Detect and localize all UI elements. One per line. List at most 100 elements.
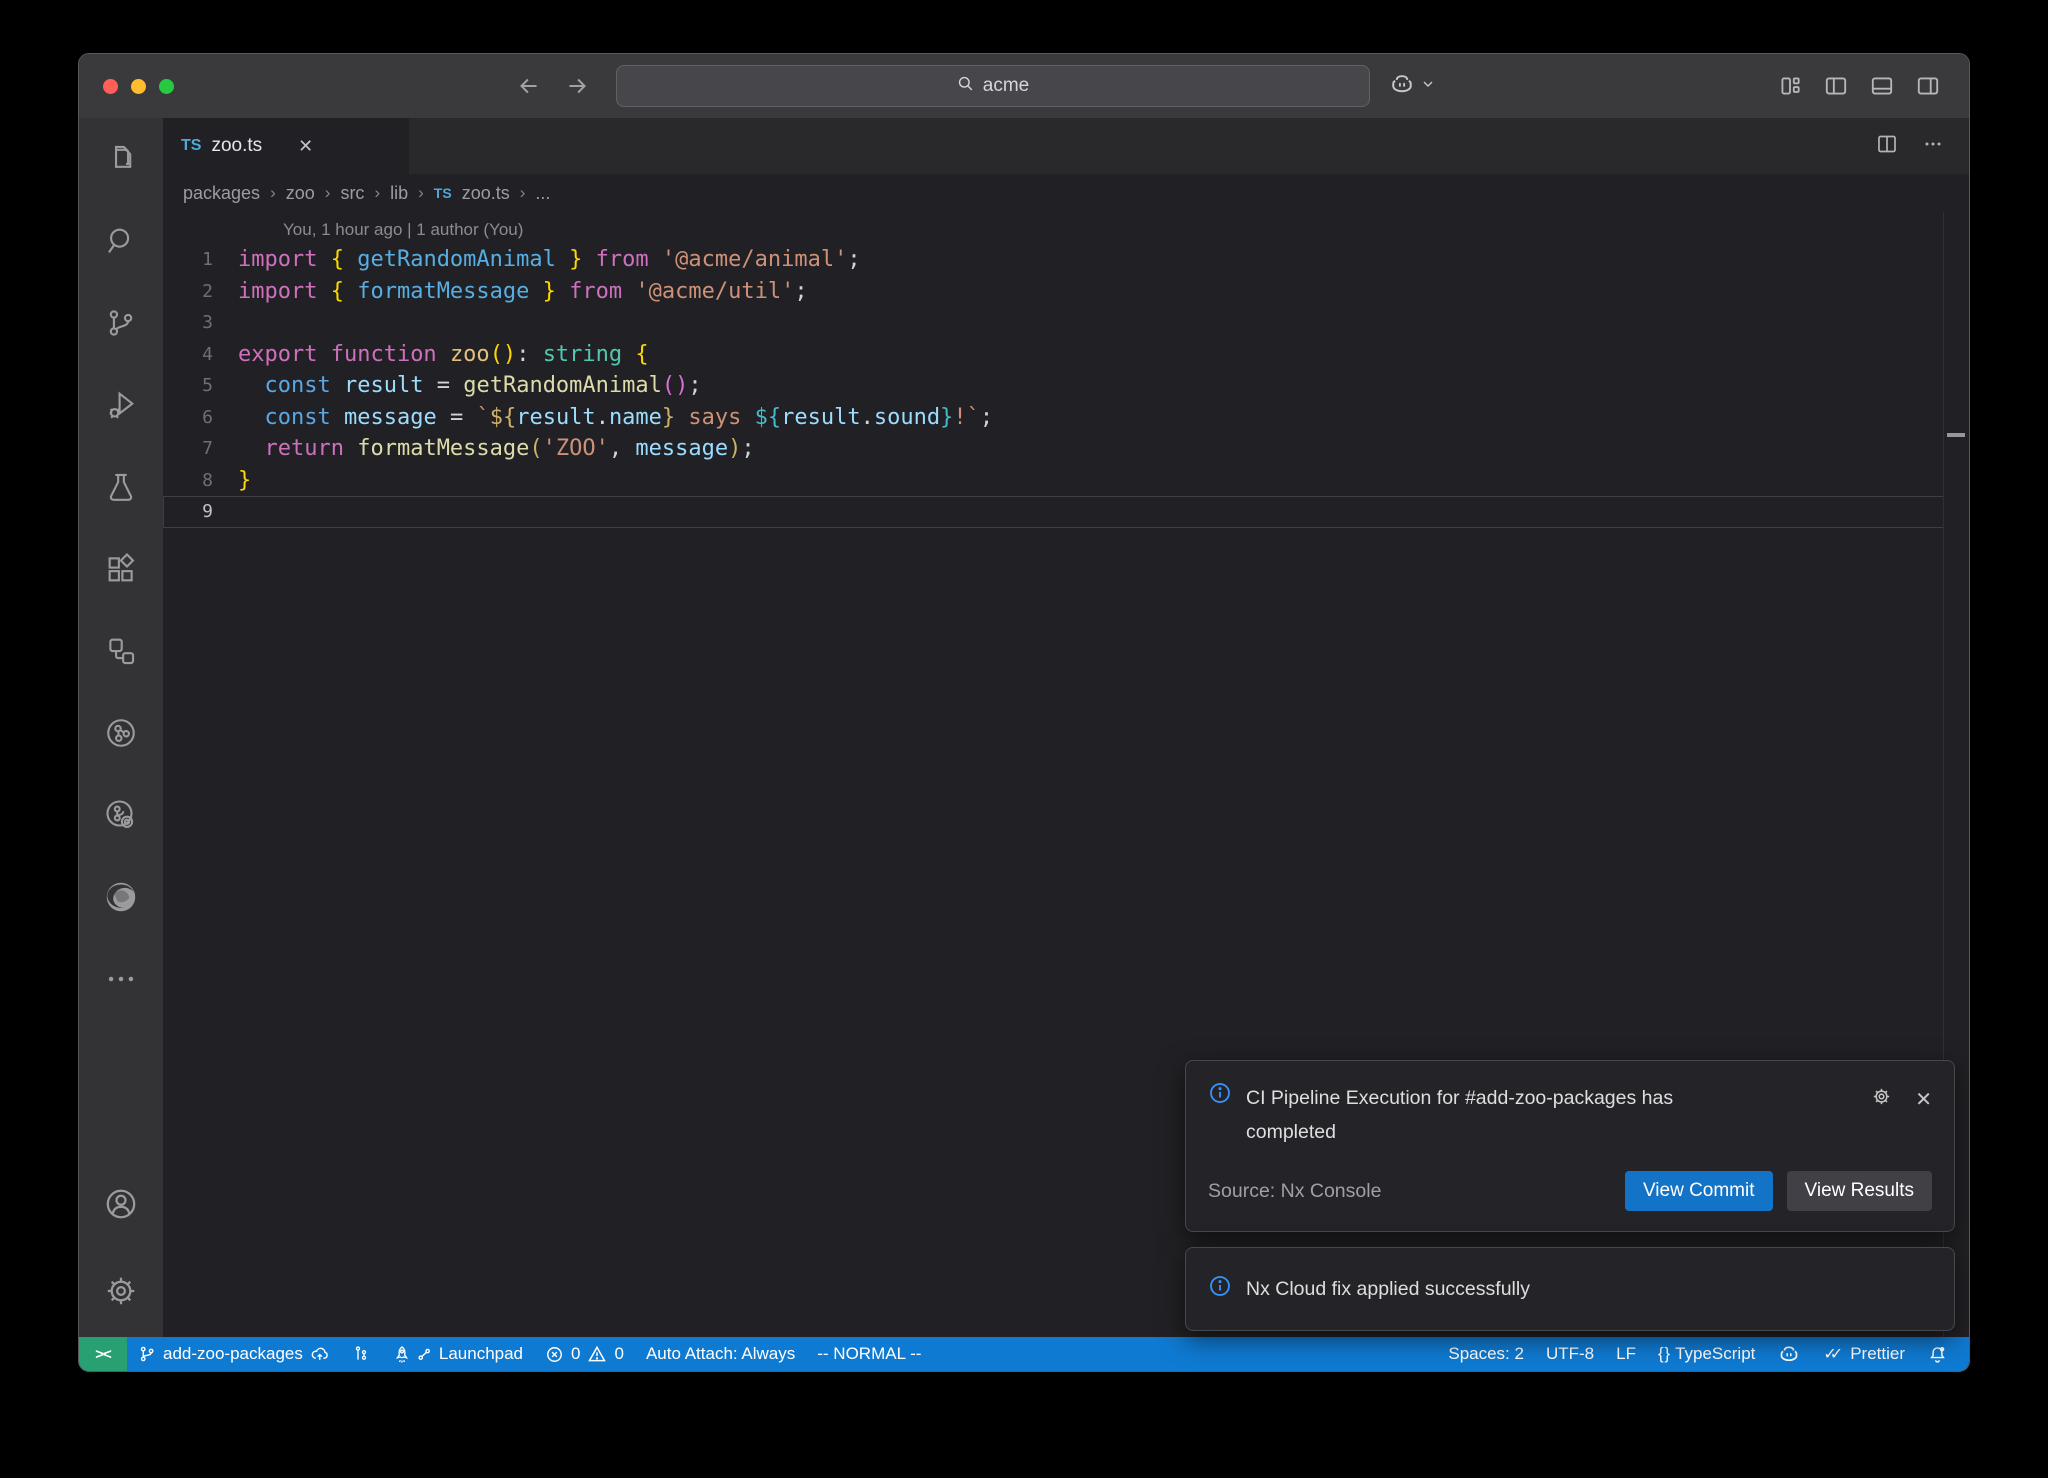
panel-right-icon[interactable] [1915,73,1941,99]
view-results-button[interactable]: View Results [1787,1171,1932,1211]
command-center-value: acme [983,75,1029,97]
mini-branch-icon [417,1347,432,1362]
testing-icon[interactable] [79,446,163,528]
notification-close-icon[interactable]: ✕ [1915,1087,1932,1112]
git-blame-annotation: You, 1 hour ago | 1 author (You) [163,216,1944,244]
settings-gear-icon[interactable] [79,1245,163,1337]
code-text: const result = getRandomAnimal(); [238,370,702,402]
command-center[interactable]: acme [616,65,1370,107]
code-text: return formatMessage('ZOO', message); [238,433,755,465]
source-control-icon[interactable] [79,282,163,364]
breadcrumb: packages›zoo›src›lib›TSzoo.ts›... [163,174,1969,212]
launchpad-status-item[interactable]: Launchpad [381,1337,534,1371]
titlebar: acme [79,54,1969,118]
split-editor-icon[interactable] [1875,132,1899,161]
explorer-icon[interactable] [79,118,163,200]
close-window-button[interactable] [103,79,118,94]
copilot-menu[interactable] [1388,70,1436,103]
more-icon[interactable] [79,938,163,1020]
view-commit-button[interactable]: View Commit [1625,1171,1773,1211]
breadcrumb-item-packages[interactable]: packages [183,183,260,204]
typescript-file-icon: TS [181,137,201,155]
code-text: const message = `${result.name} says ${r… [238,402,993,434]
back-arrow-icon[interactable] [516,73,542,99]
problems-status-item[interactable]: 0 0 [534,1337,635,1371]
code-text: import { getRandomAnimal } from '@acme/a… [238,244,861,276]
encoding-status-item[interactable]: UTF-8 [1535,1337,1605,1371]
breadcrumb-separator: › [374,183,380,203]
line-number: 7 [163,433,213,465]
breadcrumb-item-lib[interactable]: lib [390,183,408,204]
code-line-8[interactable]: 8} [163,465,1944,497]
close-tab-icon[interactable]: ✕ [298,136,313,157]
code-line-9[interactable]: 9 [163,496,1944,528]
edge-devtools-icon[interactable] [79,856,163,938]
code-text: export function zoo(): string { [238,339,649,371]
notifications-bell-item[interactable] [1916,1337,1959,1371]
status-bar: >< add-zoo-packages [79,1337,1969,1371]
extensions-icon[interactable] [79,528,163,610]
customize-layout-icon[interactable] [1777,73,1803,99]
notification-message: CI Pipeline Execution for #add-zoo-packa… [1246,1081,1726,1149]
pipeline-icon [352,1345,370,1363]
breadcrumb-item-zoo[interactable]: zoo [286,183,315,204]
git-branch-icon [138,1345,156,1363]
more-actions-icon[interactable] [1921,132,1945,161]
copilot-status-item[interactable] [1766,1337,1812,1371]
braces-icon: { } [1658,1344,1668,1364]
code-line-7[interactable]: 7 return formatMessage('ZOO', message); [163,433,1944,465]
code-line-6[interactable]: 6 const message = `${result.name} says $… [163,402,1944,434]
eol-status-item[interactable]: LF [1605,1337,1647,1371]
branch-name: add-zoo-packages [163,1344,303,1364]
line-number: 4 [163,339,213,371]
breadcrumb-separator: › [418,183,424,203]
auto-attach-status-item[interactable]: Auto Attach: Always [635,1337,806,1371]
minimize-window-button[interactable] [131,79,146,94]
gitlens-inspect-icon[interactable] [79,774,163,856]
line-number: 1 [163,244,213,276]
overview-cursor-mark [1947,433,1965,437]
status-bar-right: Spaces: 2 UTF-8 LF { } TypeScript [1437,1337,1969,1371]
line-number: 9 [163,496,213,528]
error-count: 0 [571,1344,580,1364]
breadcrumb-overflow[interactable]: ... [535,183,550,204]
breadcrumb-item-file[interactable]: zoo.ts [462,183,510,204]
pipeline-status-item[interactable] [341,1337,381,1371]
editor-actions [1875,118,1969,174]
code-line-3[interactable]: 3 [163,307,1944,339]
panel-bottom-icon[interactable] [1869,73,1895,99]
code-line-1[interactable]: 1 import { getRandomAnimal } from '@acme/… [163,244,1944,276]
code-line-4[interactable]: 4 export function zoo(): string { [163,339,1944,371]
vim-mode-label: -- NORMAL -- [817,1344,921,1364]
code-line-2[interactable]: 2import { formatMessage } from '@acme/ut… [163,276,1944,308]
search-icon[interactable] [79,200,163,282]
forward-arrow-icon[interactable] [564,73,590,99]
breadcrumb-item-src[interactable]: src [340,183,364,204]
breadcrumb-separator: › [325,183,331,203]
indentation-status-item[interactable]: Spaces: 2 [1437,1337,1535,1371]
notification-settings-gear-icon[interactable] [1870,1085,1893,1114]
notification-source: Source: Nx Console [1208,1180,1381,1203]
warning-icon [587,1344,607,1364]
nx-console-icon[interactable] [79,692,163,774]
branch-status-item[interactable]: add-zoo-packages [127,1337,341,1371]
prettier-label: Prettier [1850,1344,1905,1364]
tab-zoo-ts[interactable]: TS zoo.ts ✕ [163,118,409,174]
code-line-5[interactable]: 5 const result = getRandomAnimal(); [163,370,1944,402]
prettier-status-item[interactable]: ✓✓ Prettier [1812,1337,1916,1371]
launchpad-label: Launchpad [439,1344,523,1364]
history-nav [516,73,590,99]
remote-indicator[interactable]: >< [79,1337,127,1371]
remote-explorer-icon[interactable] [79,610,163,692]
chevron-down-icon [1420,76,1436,97]
warning-count: 0 [614,1344,623,1364]
run-debug-icon[interactable] [79,364,163,446]
line-number: 3 [163,307,213,339]
copilot-icon [1388,70,1416,103]
vim-mode-status-item[interactable]: -- NORMAL -- [806,1337,932,1371]
language-status-item[interactable]: { } TypeScript [1647,1337,1766,1371]
panel-left-icon[interactable] [1823,73,1849,99]
accounts-icon[interactable] [79,1163,163,1245]
zoom-window-button[interactable] [159,79,174,94]
notification-toasts: CI Pipeline Execution for #add-zoo-packa… [1185,1060,1955,1331]
